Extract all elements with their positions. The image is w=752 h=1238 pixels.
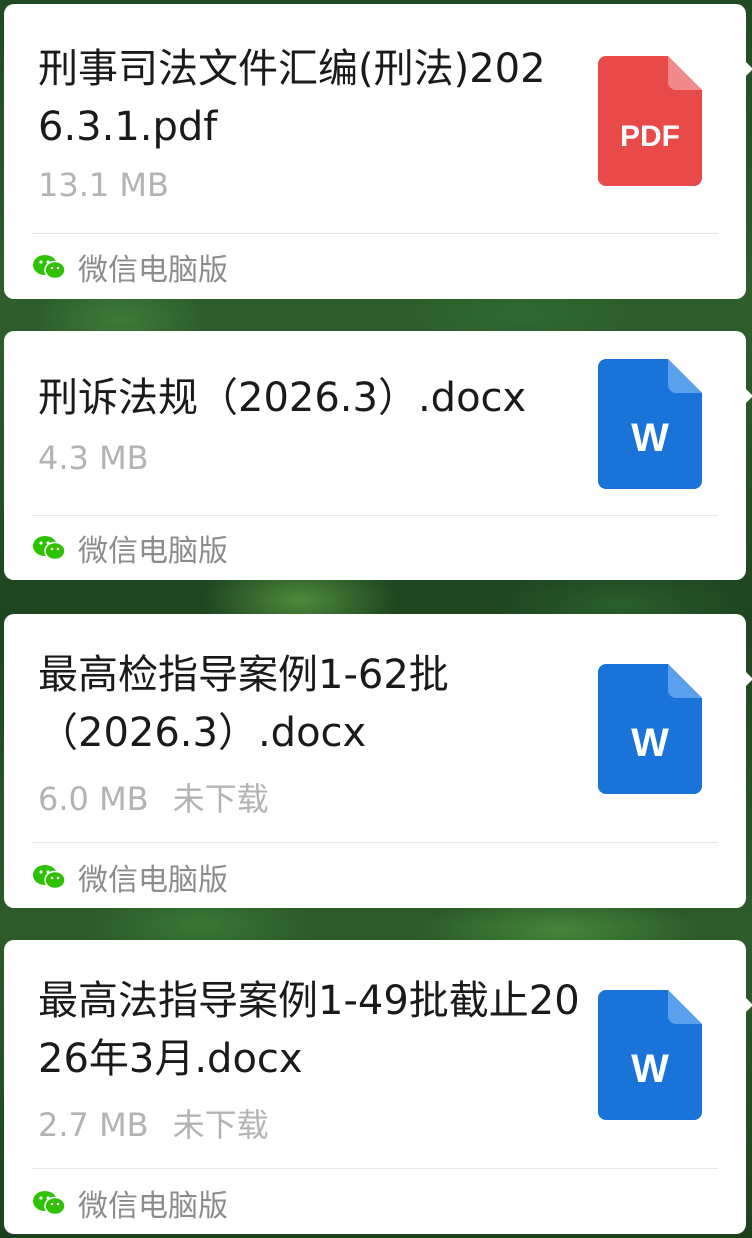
- source-label: 微信电脑版: [78, 253, 228, 288]
- file-name: 刑诉法规（2026.3）.docx: [38, 375, 527, 421]
- wechat-icon: [33, 1191, 66, 1216]
- file-size: 6.0 MB: [38, 780, 149, 818]
- source-label: 微信电脑版: [78, 534, 228, 569]
- word-label: W: [631, 721, 669, 765]
- file-meta: 13.1 MB: [38, 166, 169, 204]
- file-name: 最高法指导案例1-49批截止2026年3月.docx: [38, 978, 580, 1082]
- divider: [32, 233, 718, 234]
- divider: [32, 842, 718, 843]
- word-label: W: [631, 416, 669, 460]
- file-message-card[interactable]: 最高法指导案例1-49批截止2026年3月.docx 2.7 MB 未下载 W 微…: [4, 940, 752, 1234]
- word-file-icon: W: [598, 664, 706, 794]
- download-status: 未下载: [172, 780, 269, 818]
- wechat-icon: [33, 865, 66, 890]
- word-label: W: [631, 1047, 669, 1091]
- pdf-file-icon: PDF: [598, 56, 706, 186]
- source-label: 微信电脑版: [78, 1189, 228, 1224]
- file-size: 13.1 MB: [38, 166, 169, 204]
- file-message-card[interactable]: 刑事司法文件汇编(刑法)2026.3.1.pdf 13.1 MB PDF 微信电…: [4, 4, 752, 299]
- download-status: 未下载: [172, 1106, 269, 1144]
- word-file-icon: W: [598, 990, 706, 1120]
- source-footer: 微信电脑版: [32, 1183, 228, 1224]
- source-footer: 微信电脑版: [32, 857, 228, 898]
- file-meta: 2.7 MB 未下载: [38, 1100, 269, 1146]
- file-size: 4.3 MB: [38, 439, 149, 477]
- file-message-card[interactable]: 刑诉法规（2026.3）.docx 4.3 MB W 微信电脑版: [4, 331, 752, 580]
- pdf-label: PDF: [620, 120, 680, 153]
- file-name: 最高检指导案例1-62批（2026.3）.docx: [38, 652, 449, 756]
- file-size: 2.7 MB: [38, 1106, 149, 1144]
- divider: [32, 1168, 718, 1169]
- file-message-card[interactable]: 最高检指导案例1-62批（2026.3）.docx 6.0 MB 未下载 W 微信…: [4, 614, 752, 908]
- source-label: 微信电脑版: [78, 863, 228, 898]
- wechat-icon: [33, 255, 66, 280]
- divider: [32, 515, 718, 516]
- source-footer: 微信电脑版: [32, 247, 228, 288]
- file-name: 刑事司法文件汇编(刑法)2026.3.1.pdf: [38, 46, 546, 150]
- word-file-icon: W: [598, 359, 706, 489]
- source-footer: 微信电脑版: [32, 528, 228, 569]
- file-meta: 4.3 MB: [38, 439, 149, 477]
- wechat-icon: [33, 536, 66, 561]
- file-meta: 6.0 MB 未下载: [38, 774, 269, 820]
